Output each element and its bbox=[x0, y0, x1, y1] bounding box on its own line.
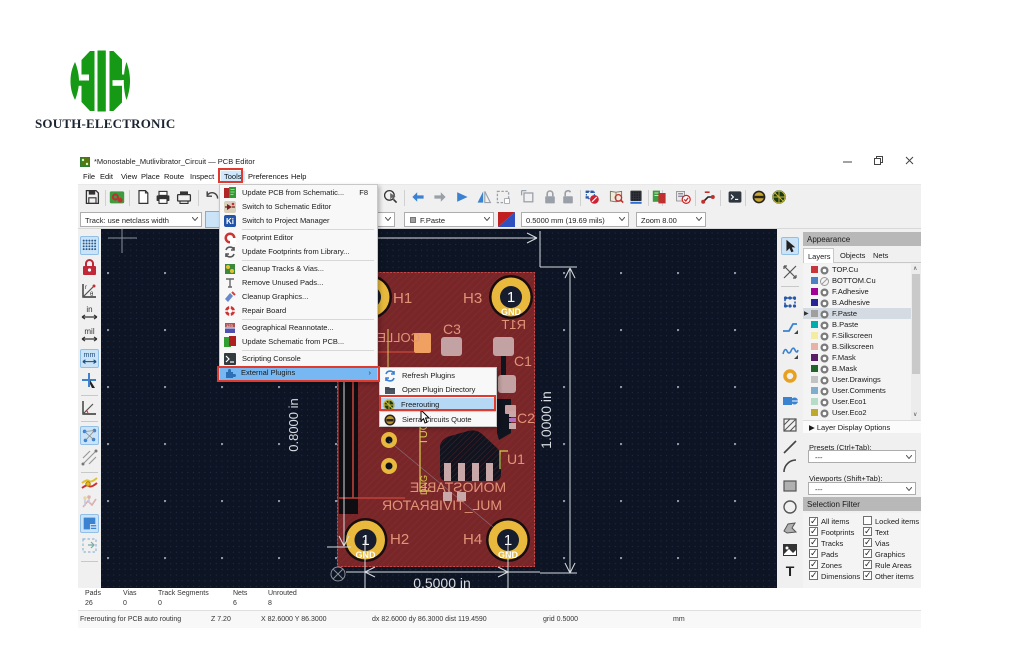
svg-text:Ki: Ki bbox=[226, 217, 234, 226]
svg-text:DNG: DNG bbox=[419, 475, 429, 495]
svg-text:MUL_TIVIBRATOR: MUL_TIVIBRATOR bbox=[382, 497, 502, 513]
svg-text:GND: GND bbox=[501, 307, 522, 317]
svg-text:R1T: R1T bbox=[501, 317, 526, 332]
svg-text:C2: C2 bbox=[517, 410, 535, 426]
svg-text:123: 123 bbox=[226, 323, 233, 328]
svg-text:U1: U1 bbox=[507, 451, 525, 467]
svg-text:GND: GND bbox=[356, 550, 377, 560]
svg-text:0.5000 in: 0.5000 in bbox=[413, 575, 471, 588]
svg-text:in: in bbox=[86, 305, 92, 314]
svg-text:r: r bbox=[85, 285, 87, 291]
svg-text:1: 1 bbox=[507, 289, 515, 306]
svg-text:H1: H1 bbox=[393, 290, 412, 307]
svg-text:0.8000 in: 0.8000 in bbox=[286, 398, 301, 452]
svg-text:1.0000 in: 1.0000 in bbox=[538, 391, 554, 449]
svg-text:H3: H3 bbox=[463, 290, 482, 307]
svg-text:mm: mm bbox=[84, 351, 96, 359]
svg-text:H4: H4 bbox=[463, 531, 482, 548]
svg-text:T: T bbox=[786, 563, 795, 579]
svg-text:H2: H2 bbox=[390, 531, 409, 548]
svg-text:C3: C3 bbox=[443, 321, 461, 337]
svg-text:mil: mil bbox=[84, 327, 94, 336]
svg-text:C1: C1 bbox=[514, 353, 532, 369]
